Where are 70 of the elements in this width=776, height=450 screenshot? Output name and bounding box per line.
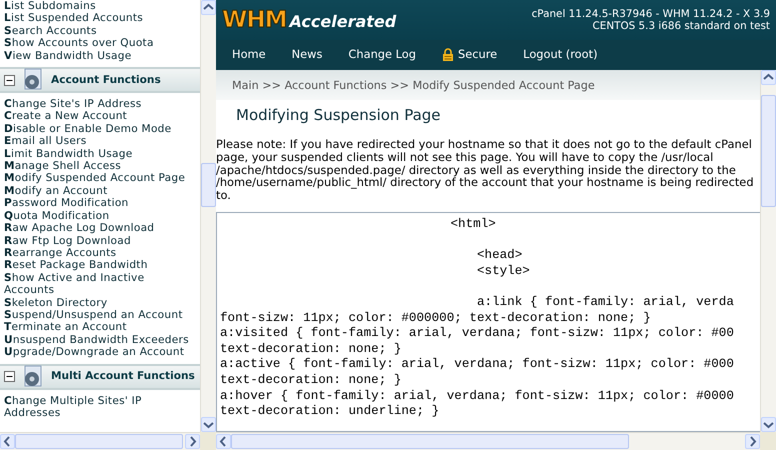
collapse-icon[interactable] [4, 74, 15, 86]
sidebar-link[interactable]: View Bandwidth Usage [0, 50, 200, 62]
vertical-scrollbar[interactable] [200, 0, 216, 432]
sidebar-link[interactable]: Upgrade/Downgrade an Account [0, 346, 200, 359]
sidebar-link[interactable]: Create a New Account [0, 110, 200, 123]
sidebar-link[interactable]: Email all Users [0, 135, 200, 148]
version-text: CENTOS 5.3 i686 standard on test [592, 20, 770, 32]
sidebar-link[interactable]: Password Modification [0, 197, 200, 210]
code-line: text-decoration: underline; } [220, 404, 440, 420]
scroll-down-button[interactable] [201, 417, 216, 432]
sidebar-link[interactable]: Change Site's IP Address [0, 98, 200, 110]
scroll-up-button[interactable] [201, 0, 216, 15]
scroll-left-button[interactable] [0, 434, 15, 449]
scroll-down-button[interactable] [761, 417, 776, 432]
sidebar-link[interactable]: Manage Shell Access [0, 160, 200, 172]
lock-icon [442, 48, 454, 62]
horizontal-scrollbar[interactable] [216, 432, 760, 450]
sidebar-link[interactable]: Change Multiple Sites' IP Addresses [0, 394, 200, 420]
code-line: text-decoration: none; } [220, 342, 402, 358]
breadcrumb-text: Main >> Account Functions >> Modify Suspended Account Page [232, 79, 595, 92]
nav-link[interactable]: Logout (root) [523, 46, 598, 64]
sidebar-link[interactable]: Unsuspend Bandwidth Exceeders [0, 334, 200, 346]
section-title: Account Functions [51, 74, 161, 86]
sidebar-link[interactable]: Terminate an Account [0, 321, 200, 334]
scrollbar-thumb[interactable] [15, 434, 183, 449]
code-line: <style> [476, 264, 530, 280]
scrollbar-corner [760, 432, 776, 450]
sidebar-link[interactable]: List Subdomains [0, 0, 200, 12]
sidebar-link[interactable]: Rearrange Accounts [0, 246, 200, 260]
nav-link[interactable]: Secure [442, 46, 498, 64]
scroll-left-button[interactable] [216, 434, 231, 449]
nav-link[interactable]: Change Log [348, 46, 416, 64]
sidebar-link[interactable]: Raw Apache Log Download [0, 222, 200, 234]
sidebar-link[interactable]: Modify Suspended Account Page [0, 172, 200, 185]
note-text: Please note: If you have redirected your hostname so that it does not go to the default cPanel page, your suspended clients will not see this page. You will have to copy the /usr/local /apache/htdocs/suspended.page/ directory as well as everything inside the directory to the /home/username/public_html/ directory of the account that your hostname is being redirected to. [216, 138, 755, 202]
code-line: font-sizw: 11px; color: #000000; text-decoration: none; } [220, 310, 651, 326]
sidebar-link[interactable]: Modify an Account [0, 184, 200, 198]
code-line: <head> [476, 248, 522, 264]
code-line: a:hover { font-family: arial, verdana; font-sizw: 11px; color: #0000 [220, 388, 734, 404]
code-line: text-decoration: none; } [220, 372, 402, 389]
sidebar-link[interactable]: Search Accounts [0, 24, 200, 38]
horizontal-scrollbar[interactable] [0, 432, 200, 450]
sidebar-link[interactable]: Disable or Enable Demo Mode [0, 122, 200, 136]
scroll-right-button[interactable] [185, 434, 200, 449]
section-title: Multi Account Functions [51, 370, 195, 383]
collapse-icon[interactable] [4, 371, 15, 382]
page-title: Modifying Suspension Page [236, 106, 442, 126]
scrollbar-thumb[interactable] [761, 95, 776, 207]
scrollbar-thumb[interactable] [231, 434, 629, 449]
code-line: a:link { font-family: arial, verda [476, 294, 734, 311]
nav-link[interactable]: News [292, 46, 322, 64]
sidebar-link[interactable]: Reset Package Bandwidth [0, 259, 200, 272]
sidebar-link[interactable]: List Suspended Accounts [0, 12, 200, 25]
sidebar-link[interactable]: Show Accounts over Quota [0, 37, 200, 50]
logo: WHMAccelerated [222, 6, 396, 35]
code-line: a:visited { font-family: arial, verdana; font-sizw: 11px; color: #00 [220, 326, 734, 342]
sidebar-link[interactable]: Suspend/Unsuspend an Account [0, 308, 200, 322]
sidebar-link[interactable]: Limit Bandwidth Usage [0, 148, 200, 160]
code-line: a:active { font-family: arial, verdana; font-sizw: 11px; color: #000 [220, 357, 734, 373]
scroll-up-button[interactable] [761, 70, 776, 85]
code-line: <html> [450, 216, 496, 233]
scrollbar-corner [200, 432, 216, 450]
nav-link[interactable]: Home [232, 46, 266, 64]
scrollbar-thumb[interactable] [201, 163, 216, 207]
version-text: cPanel 11.24.5-R37946 - WHM 11.24.2 - X 3.9 [532, 8, 770, 20]
scroll-right-button[interactable] [745, 434, 760, 449]
sidebar-link[interactable]: Quota Modification [0, 210, 200, 222]
sidebar-link[interactable]: Skeleton Directory [0, 296, 200, 309]
sidebar-link[interactable]: Raw Ftp Log Download [0, 234, 200, 247]
vertical-scrollbar[interactable] [760, 70, 776, 432]
